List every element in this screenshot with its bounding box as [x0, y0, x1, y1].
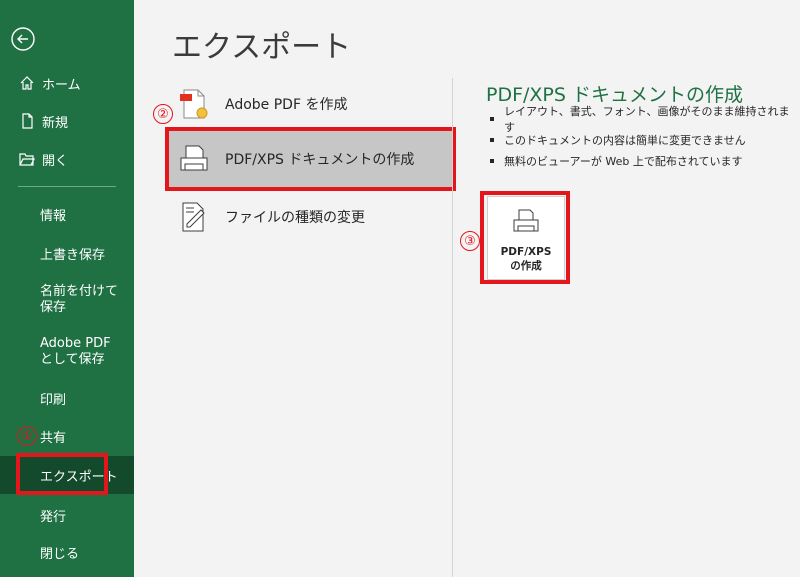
option-create-adobe-pdf[interactable]: Adobe PDF を作成 — [165, 76, 453, 132]
detail-bullet-list: レイアウト、書式、フォント、画像がそのまま維持されます このドキュメントの内容は… — [490, 105, 800, 171]
sidebar-item-label: 共有 — [40, 430, 67, 446]
sidebar-item-label: ホーム — [42, 77, 81, 93]
sidebar-separator — [18, 186, 116, 187]
home-icon — [18, 74, 36, 92]
highlight-box-pdf-xps-option — [165, 127, 456, 191]
annotation-step-1: ① — [17, 426, 37, 446]
sidebar-item-new[interactable]: 新規 — [0, 110, 134, 132]
highlight-box-export — [16, 453, 108, 495]
sidebar-item-publish[interactable]: 発行 — [0, 504, 134, 526]
adobe-pdf-icon — [177, 87, 211, 121]
new-document-icon — [18, 112, 36, 130]
list-item: 無料のビューアーが Web 上で配布されています — [490, 150, 800, 171]
list-item: レイアウト、書式、フォント、画像がそのまま維持されます — [490, 105, 800, 134]
sidebar-item-label: 情報 — [40, 208, 67, 224]
sidebar-item-close[interactable]: 閉じる — [0, 541, 134, 563]
sidebar-item-label: 印刷 — [40, 392, 67, 408]
sidebar-item-home[interactable]: ホーム — [0, 72, 134, 94]
sidebar-item-label: 上書き保存 — [40, 247, 106, 263]
change-file-type-icon — [177, 200, 211, 234]
page-title: エクスポート — [172, 30, 352, 65]
sidebar-item-save[interactable]: 上書き保存 — [0, 242, 134, 264]
sidebar-item-save-as-adobe-pdf[interactable]: Adobe PDF として保存 — [0, 336, 134, 372]
sidebar-item-label: 開く — [42, 153, 69, 169]
sidebar-item-info[interactable]: 情報 — [0, 203, 134, 225]
annotation-step-3: ③ — [460, 231, 480, 251]
sidebar-item-label: 名前を付けて保存 — [40, 284, 119, 315]
sidebar-item-label: 新規 — [42, 115, 69, 131]
sidebar-item-label: 閉じる — [40, 546, 80, 562]
column-divider — [452, 78, 453, 577]
sidebar-item-save-as[interactable]: 名前を付けて保存 — [0, 284, 134, 320]
option-label: ファイルの種類の変更 — [225, 210, 365, 226]
sidebar-item-label: Adobe PDF として保存 — [40, 336, 111, 367]
folder-open-icon — [18, 150, 36, 168]
back-arrow-icon[interactable] — [10, 26, 36, 52]
option-change-file-type[interactable]: ファイルの種類の変更 — [165, 189, 453, 245]
highlight-box-create-button — [480, 191, 570, 284]
annotation-step-2: ② — [153, 104, 173, 124]
sidebar-item-open[interactable]: 開く — [0, 148, 134, 170]
sidebar-item-label: 発行 — [40, 509, 67, 525]
option-label: Adobe PDF を作成 — [225, 97, 348, 113]
sidebar-item-print[interactable]: 印刷 — [0, 387, 134, 409]
